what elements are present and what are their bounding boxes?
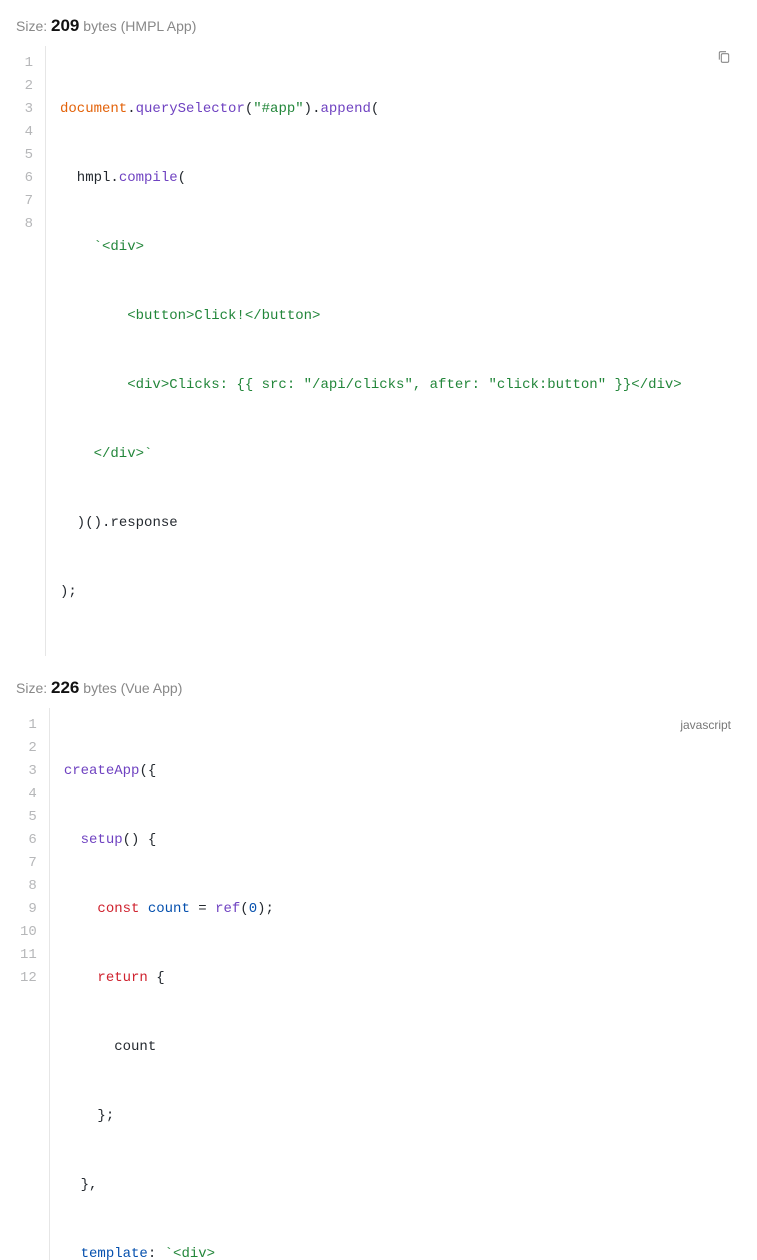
size-label-hmpl: Size: 209 bytes (HMPL App) [16,16,741,36]
code-line: count [64,1036,727,1059]
line-number: 10 [20,921,37,944]
line-number: 9 [20,898,37,921]
code-line: return { [64,967,727,990]
code-line: template: `<div> [64,1243,727,1260]
clipboard-icon [716,49,732,74]
size-bytes: 209 [51,16,79,35]
code-line: hmpl.compile( [60,167,727,190]
size-label-vue: Size: 226 bytes (Vue App) [16,678,741,698]
code-body[interactable]: document.querySelector("#app").append( h… [46,46,741,656]
line-number: 1 [20,714,37,737]
line-number: 3 [20,98,33,121]
code-line: }; [64,1105,727,1128]
line-number: 5 [20,806,37,829]
code-body[interactable]: createApp({ setup() { const count = ref(… [50,708,741,1260]
code-line: ); [60,581,727,604]
code-line: setup() { [64,829,727,852]
code-block-vue: javascript 1 2 3 4 5 6 7 8 9 10 11 12 cr… [16,708,741,1260]
code-line: )().response [60,512,727,535]
code-line: </div>` [60,443,727,466]
size-suffix: bytes (Vue App) [79,680,182,696]
line-number: 2 [20,75,33,98]
line-number: 1 [20,52,33,75]
line-gutter: 1 2 3 4 5 6 7 8 9 10 11 12 [16,708,50,1260]
size-suffix: bytes (HMPL App) [79,18,196,34]
line-number: 2 [20,737,37,760]
code-line: <div>Clicks: {{ src: "/api/clicks", afte… [60,374,727,397]
size-prefix: Size: [16,680,51,696]
size-bytes: 226 [51,678,79,697]
code-line: }, [64,1174,727,1197]
size-prefix: Size: [16,18,51,34]
line-number: 6 [20,829,37,852]
code-line: const count = ref(0); [64,898,727,921]
line-number: 6 [20,167,33,190]
line-number: 7 [20,852,37,875]
line-number: 3 [20,760,37,783]
line-number: 12 [20,967,37,990]
line-number: 8 [20,875,37,898]
language-tag: javascript [680,714,731,737]
code-block-hmpl: 1 2 3 4 5 6 7 8 document.querySelector("… [16,46,741,656]
code-line: document.querySelector("#app").append( [60,98,727,121]
code-line: `<div> [60,236,727,259]
line-number: 8 [20,213,33,236]
code-line: <button>Click!</button> [60,305,727,328]
line-number: 5 [20,144,33,167]
line-gutter: 1 2 3 4 5 6 7 8 [16,46,46,656]
line-number: 4 [20,783,37,806]
copy-button[interactable] [713,50,735,72]
line-number: 4 [20,121,33,144]
line-number: 11 [20,944,37,967]
line-number: 7 [20,190,33,213]
code-line: createApp({ [64,760,727,783]
